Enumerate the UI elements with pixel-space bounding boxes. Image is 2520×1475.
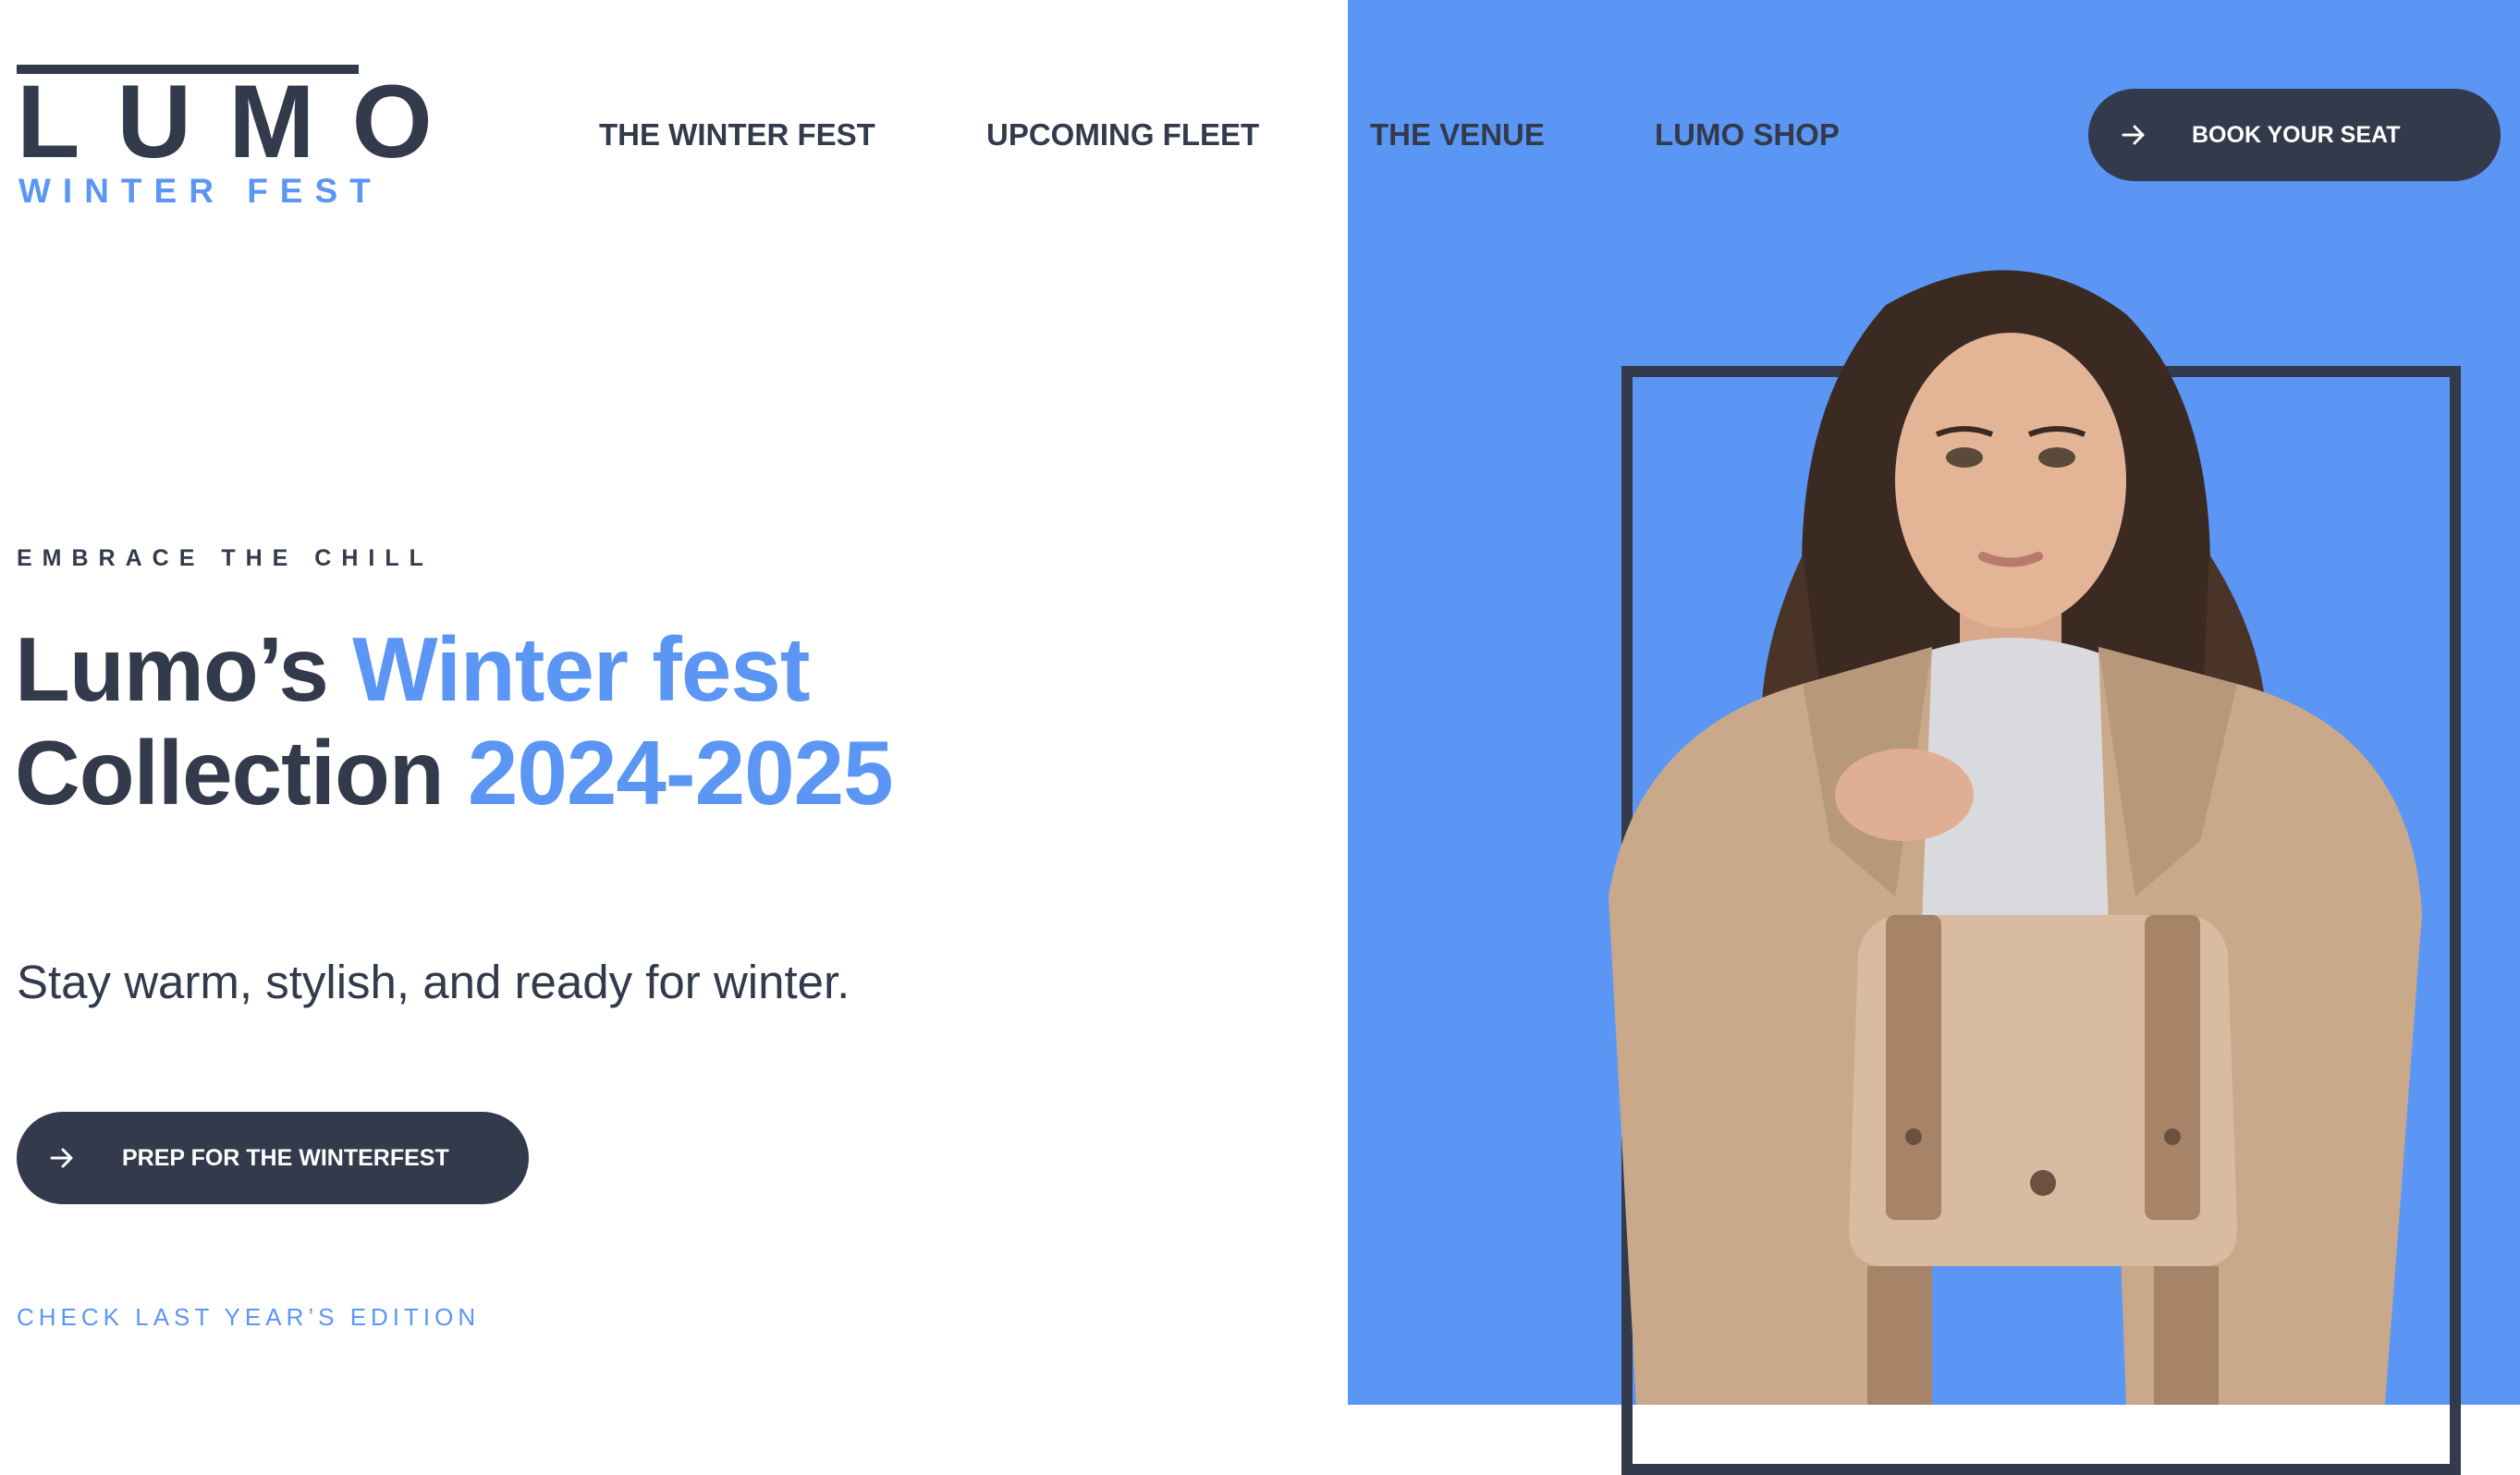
book-your-seat-label: BOOK YOUR SEAT <box>2192 121 2401 148</box>
nav-item-lumo-shop[interactable]: LUMO SHOP <box>1655 116 1840 153</box>
hero-model-image <box>1609 270 2422 1405</box>
logo-subtitle: WINTER FEST <box>18 172 383 210</box>
hero-headline: Lumo’s Winter fest Collection 2024-2025 <box>15 617 894 824</box>
headline-line2-accent: 2024-2025 <box>467 722 894 823</box>
hero-subtext: Stay warm, stylish, and ready for winter… <box>17 956 850 1008</box>
check-last-year-link[interactable]: CHECK LAST YEAR’S EDITION <box>17 1303 480 1332</box>
headline-line2-dark: Collection <box>15 722 445 823</box>
headline-line1-accent: Winter fest <box>352 618 811 720</box>
prep-for-winterfest-label: PREP FOR THE WINTERFEST <box>122 1144 449 1171</box>
nav-item-upcoming-fleet[interactable]: UPCOMING FLEET <box>986 116 1259 153</box>
book-your-seat-button[interactable]: BOOK YOUR SEAT <box>2088 89 2501 181</box>
headline-line1-dark: Lumo’s <box>15 618 329 720</box>
logo-wordmark: LUMO <box>17 64 470 179</box>
nav-item-the-winter-fest[interactable]: THE WINTER FEST <box>599 116 875 153</box>
hero-eyebrow: EMBRACE THE CHILL <box>17 545 434 571</box>
arrow-right-icon <box>2122 125 2145 145</box>
prep-for-winterfest-button[interactable]: PREP FOR THE WINTERFEST <box>17 1112 529 1204</box>
nav-item-the-venue[interactable]: THE VENUE <box>1370 116 1545 153</box>
logo[interactable]: LUMO WINTER FEST <box>17 64 470 213</box>
arrow-right-icon <box>50 1148 73 1168</box>
